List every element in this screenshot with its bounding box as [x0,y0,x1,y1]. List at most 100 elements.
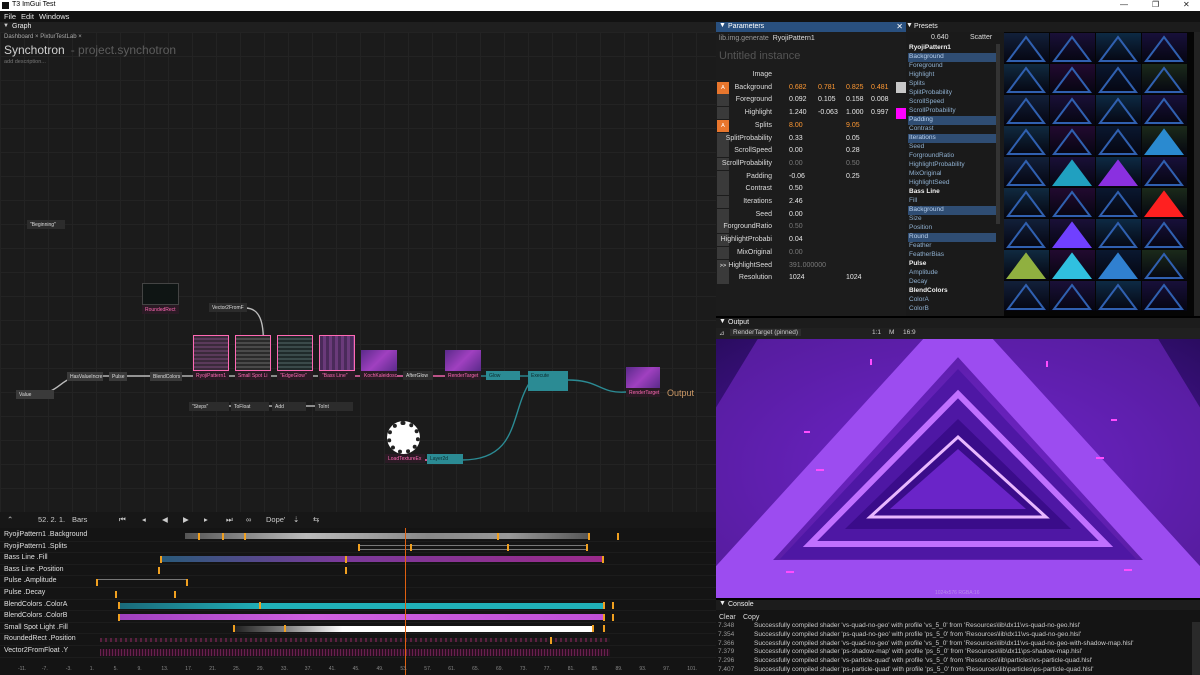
parameter-value[interactable]: 0.105 [818,96,836,103]
preset-item[interactable]: ColorB [908,305,996,314]
graph-node[interactable]: Add [272,402,306,411]
play-back-icon[interactable]: ◀ [162,515,168,524]
parameter-row[interactable]: Image [716,69,906,82]
m-button[interactable]: M [889,329,894,336]
aspect-select[interactable]: 16:9 [903,329,916,336]
parameter-row[interactable]: Foreground 0.092 0.105 0.158 0.008 [716,94,906,107]
keyframe[interactable] [345,555,347,563]
preset-thumbnail[interactable] [1004,126,1049,156]
graph-node[interactable]: RyojiPattern1 [193,371,229,380]
timeline-dopesheet[interactable]: RyojiPattern1 .Background RyojiPattern1 … [0,528,716,675]
background-color-swatch[interactable] [896,82,906,93]
parameter-row[interactable]: A Splits 8.00 9.05 [716,119,906,133]
timeline-track[interactable]: Bass Line .Position [0,565,716,577]
keyframe[interactable] [118,602,120,610]
preset-item[interactable]: SplitProbability [908,89,996,98]
keyframe[interactable] [118,613,120,621]
keyframe[interactable] [160,555,162,563]
animation-toggle[interactable] [717,183,729,196]
presets-thumbnail-grid[interactable] [1004,32,1200,316]
preset-item[interactable]: Position [908,224,996,233]
parameter-value[interactable]: 391.000000 [789,262,826,269]
preset-thumbnail[interactable] [1096,188,1141,218]
keyframe[interactable] [174,590,176,598]
preset-item[interactable]: Foreground [908,62,996,71]
parameter-value[interactable]: 0.25 [846,173,860,180]
playhead[interactable] [405,528,406,675]
timeline-track[interactable]: RyojiPattern1 .Splits [0,542,716,554]
preset-thumbnail[interactable] [1004,95,1049,125]
graph-node[interactable]: "Steps" [189,402,229,411]
animation-toggle[interactable] [717,170,729,183]
keyframe[interactable] [507,544,509,552]
add-description-link[interactable]: add description... [4,59,46,65]
graph-node[interactable]: RoundedRect [142,305,179,314]
animation-toggle[interactable] [717,107,729,120]
scale-button[interactable]: 1:1 [872,329,881,336]
preset-item[interactable]: ScrollProbability [908,107,996,116]
preset-thumbnail[interactable] [1050,157,1095,187]
timeline-position[interactable]: 52. 2. 1. [38,515,65,524]
parameter-row[interactable]: SplitProbability 0.33 0.05 [716,132,906,146]
keyframe[interactable] [158,567,160,575]
preset-thumbnail[interactable] [1142,33,1187,63]
parameter-value[interactable]: 0.00 [789,249,803,256]
preset-thumbnail[interactable] [1142,157,1187,187]
preset-thumbnail[interactable] [1004,64,1049,94]
parameter-value[interactable]: -0.06 [789,173,805,180]
parameter-value[interactable]: 0.33 [789,135,803,142]
loop-icon[interactable]: ∞ [246,515,251,524]
animation-toggle[interactable] [717,246,729,259]
parameter-value[interactable]: 8.00 [789,122,803,129]
preset-thumbnail[interactable] [1096,126,1141,156]
keyframe[interactable] [259,602,261,610]
menu-file[interactable]: File [4,12,16,21]
jump-start-icon[interactable]: ⏮ [119,515,126,525]
fit-icon[interactable]: ⇆ [313,515,319,524]
collapse-up-icon[interactable]: ⌃ [7,515,13,524]
parameter-row[interactable]: ScrollSpeed 0.00 0.28 [716,145,906,158]
keyframe[interactable] [284,625,286,633]
preset-thumbnail[interactable] [1096,64,1141,94]
parameter-value[interactable]: 0.825 [846,84,864,91]
graph-node[interactable]: Vector2FromF [209,303,247,312]
menu-windows[interactable]: Windows [39,12,69,21]
preset-thumbnail[interactable] [1096,219,1141,249]
preset-thumbnail[interactable] [1050,126,1095,156]
console-log[interactable]: 7.348 Successfully compiled shader 'vs-qu… [716,622,1192,675]
preset-item[interactable]: HighlightProbability [908,161,996,170]
preset-item[interactable]: Size [908,215,996,224]
preset-item[interactable]: MixOriginal [908,170,996,179]
keyframe[interactable] [603,625,605,633]
preset-thumbnail[interactable] [1004,157,1049,187]
output-tab[interactable]: ▼ Output [716,318,1200,328]
parameter-row[interactable]: ForgroundRatio 0.50 [716,221,906,234]
parameter-value[interactable]: 1.240 [789,109,807,116]
parameter-value[interactable]: 9.05 [846,122,860,129]
parameter-value[interactable]: 0.00 [789,211,803,218]
graph-node[interactable]: AfterGlow [403,371,433,380]
timeline-track[interactable]: RyojiPattern1 .Background [0,530,716,542]
keyframe[interactable] [550,636,552,644]
preset-thumbnail[interactable] [1142,64,1187,94]
keyframe[interactable] [592,625,594,633]
preset-thumbnail[interactable] [1096,95,1141,125]
instance-name-input[interactable]: Untitled instance [719,50,800,62]
parameters-tab[interactable]: ▼ Parameters ✕ [716,22,906,32]
graph-node[interactable]: HasValueIncre [67,372,103,381]
step-forward-icon[interactable]: ▸ [204,515,208,524]
animation-toggle[interactable]: >> [717,259,729,272]
play-icon[interactable]: ▶ [183,515,189,524]
preset-item[interactable]: Highlight [908,71,996,80]
clear-button[interactable]: Clear [719,614,736,621]
keyframe[interactable] [586,544,588,552]
preset-group[interactable]: RyojiPattern1 [908,44,996,53]
animation-toggle[interactable] [717,272,729,285]
keyframe[interactable] [244,532,246,540]
keyframe[interactable] [96,578,98,586]
preset-thumbnail[interactable] [1050,281,1095,311]
parameter-value[interactable]: 0.28 [846,147,860,154]
keyframe[interactable] [602,555,604,563]
preset-group[interactable]: Pulse [908,260,996,269]
preset-thumbnail[interactable] [1050,64,1095,94]
